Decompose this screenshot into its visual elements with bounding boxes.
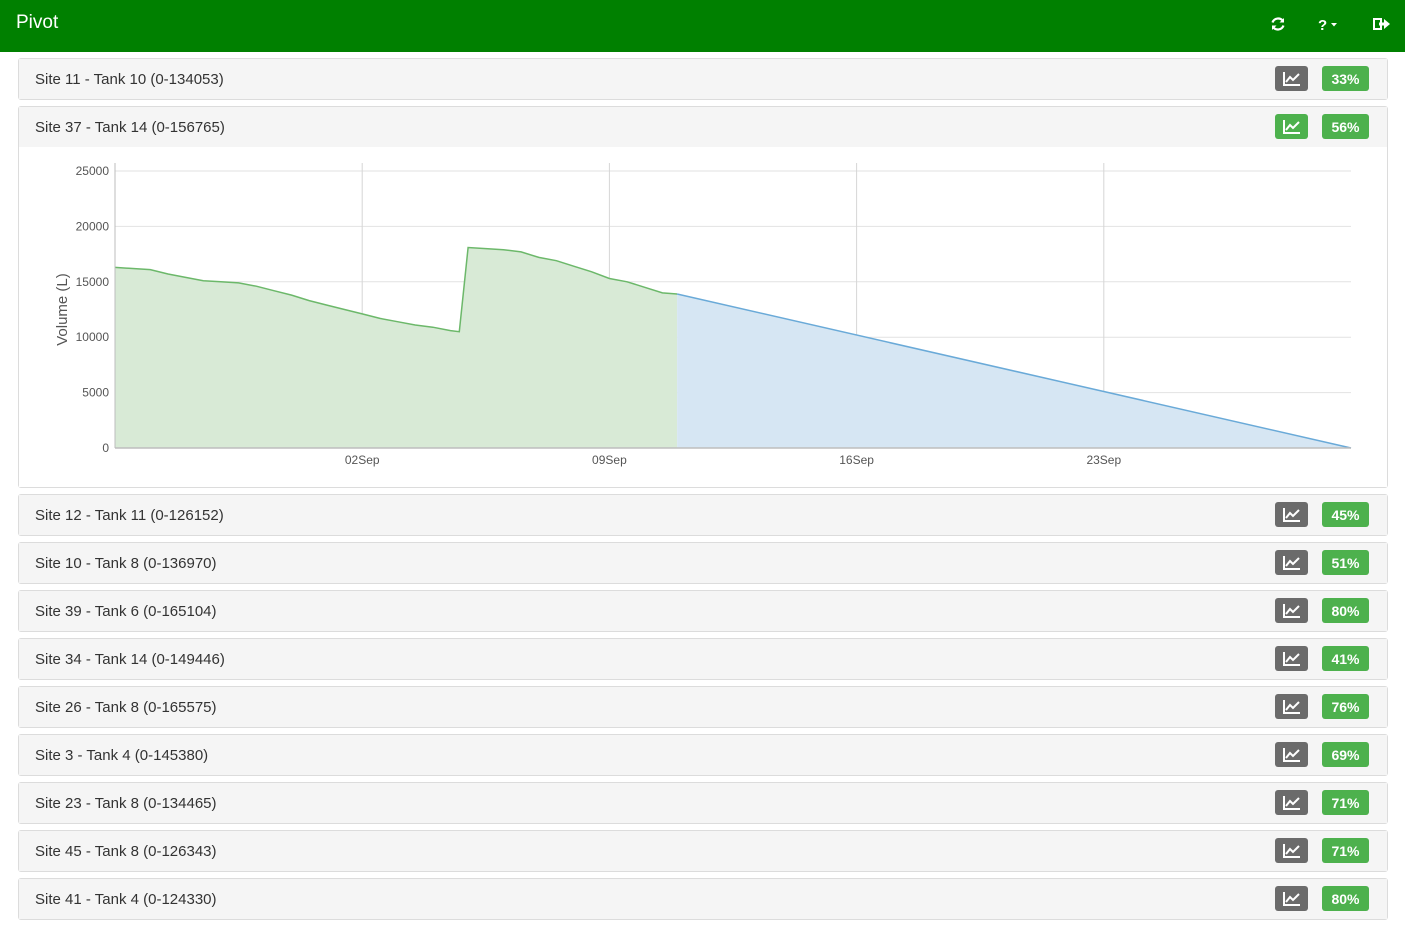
tank-panel: Site 37 - Tank 14 (0-156765) 56% 0 5000 1000… <box>18 106 1388 488</box>
tank-panel: Site 45 - Tank 8 (0-126343) 71% <box>18 830 1388 872</box>
level-badge: 80% <box>1322 886 1369 911</box>
line-chart-icon <box>1282 795 1302 811</box>
svg-text:?: ? <box>1318 17 1327 33</box>
tank-panel: Site 3 - Tank 4 (0-145380) 69% <box>18 734 1388 776</box>
tank-row[interactable]: Site 26 - Tank 8 (0-165575) 76% <box>19 687 1387 727</box>
tank-label[interactable]: Site 3 - Tank 4 (0-145380) <box>35 747 208 764</box>
line-chart-icon <box>1282 843 1302 859</box>
tank-panel: Site 12 - Tank 11 (0-126152) 45% <box>18 494 1388 536</box>
help-menu-button[interactable]: ? <box>1316 14 1344 34</box>
tank-row[interactable]: Site 12 - Tank 11 (0-126152) 45% <box>19 495 1387 535</box>
level-badge: 56% <box>1322 114 1369 139</box>
level-badge: 45% <box>1322 502 1369 527</box>
tank-label[interactable]: Site 39 - Tank 6 (0-165104) <box>35 603 217 620</box>
line-chart-icon <box>1282 71 1302 87</box>
x-tick-label: 16Sep <box>839 453 874 467</box>
level-badge: 80% <box>1322 598 1369 623</box>
line-chart-icon <box>1282 603 1302 619</box>
tank-label[interactable]: Site 34 - Tank 14 (0-149446) <box>35 651 225 668</box>
line-chart-icon <box>1282 699 1302 715</box>
tank-label[interactable]: Site 37 - Tank 14 (0-156765) <box>35 119 225 136</box>
level-badge: 69% <box>1322 742 1369 767</box>
tank-row[interactable]: Site 45 - Tank 8 (0-126343) 71% <box>19 831 1387 871</box>
tank-list: Site 11 - Tank 10 (0-134053) 33% Site 37 -… <box>18 58 1388 926</box>
tank-panel: Site 11 - Tank 10 (0-134053) 33% <box>18 58 1388 100</box>
tank-row[interactable]: Site 23 - Tank 8 (0-134465) 71% <box>19 783 1387 823</box>
level-badge: 41% <box>1322 646 1369 671</box>
level-badge: 76% <box>1322 694 1369 719</box>
level-badge: 33% <box>1322 66 1369 91</box>
tank-panel: Site 39 - Tank 6 (0-165104) 80% <box>18 590 1388 632</box>
x-tick-label: 23Sep <box>1086 453 1121 467</box>
app-title[interactable]: Pivot <box>16 12 58 34</box>
tank-label[interactable]: Site 45 - Tank 8 (0-126343) <box>35 843 217 860</box>
line-chart-icon <box>1282 507 1302 523</box>
tank-label[interactable]: Site 26 - Tank 8 (0-165575) <box>35 699 217 716</box>
tank-label[interactable]: Site 23 - Tank 8 (0-134465) <box>35 795 217 812</box>
level-badge: 71% <box>1322 790 1369 815</box>
top-navbar: Pivot ? <box>0 0 1405 52</box>
y-tick-label: 25000 <box>76 164 110 178</box>
history-area <box>115 247 678 448</box>
question-icon: ? <box>1318 17 1337 33</box>
tank-panel: Site 10 - Tank 8 (0-136970) 51% <box>18 542 1388 584</box>
x-tick-label: 09Sep <box>592 453 627 467</box>
toggle-chart-button[interactable] <box>1275 694 1308 719</box>
caret-down-icon <box>1331 23 1337 27</box>
y-tick-label: 20000 <box>76 219 110 233</box>
tank-row[interactable]: Site 37 - Tank 14 (0-156765) 56% <box>19 107 1387 147</box>
tank-label[interactable]: Site 12 - Tank 11 (0-126152) <box>35 507 224 524</box>
volume-chart-svg: 0 5000 10000 15000 20000 25000 02Sep 09Sep 16Sep… <box>54 163 1352 467</box>
level-badge: 51% <box>1322 550 1369 575</box>
line-chart-icon <box>1282 891 1302 907</box>
toggle-chart-button[interactable] <box>1275 502 1308 527</box>
toggle-chart-button[interactable] <box>1275 598 1308 623</box>
tank-panel: Site 34 - Tank 14 (0-149446) 41% <box>18 638 1388 680</box>
toggle-chart-button[interactable] <box>1275 550 1308 575</box>
toggle-chart-button[interactable] <box>1275 646 1308 671</box>
tank-panel: Site 41 - Tank 4 (0-124330) 80% <box>18 878 1388 920</box>
x-tick-label: 02Sep <box>345 453 380 467</box>
toggle-chart-button[interactable] <box>1275 114 1308 139</box>
tank-row[interactable]: Site 41 - Tank 4 (0-124330) 80% <box>19 879 1387 919</box>
tank-label[interactable]: Site 41 - Tank 4 (0-124330) <box>35 891 217 908</box>
line-chart-icon <box>1282 555 1302 571</box>
y-axis-label: Volume (L) <box>54 273 71 346</box>
toggle-chart-button[interactable] <box>1275 790 1308 815</box>
tank-panel: Site 23 - Tank 8 (0-134465) 71% <box>18 782 1388 824</box>
tank-panel: Site 26 - Tank 8 (0-165575) 76% <box>18 686 1388 728</box>
tank-label[interactable]: Site 11 - Tank 10 (0-134053) <box>35 71 224 88</box>
tank-row[interactable]: Site 3 - Tank 4 (0-145380) 69% <box>19 735 1387 775</box>
level-badge: 71% <box>1322 838 1369 863</box>
tank-label[interactable]: Site 10 - Tank 8 (0-136970) <box>35 555 217 572</box>
toggle-chart-button[interactable] <box>1275 66 1308 91</box>
toggle-chart-button[interactable] <box>1275 886 1308 911</box>
tank-row[interactable]: Site 39 - Tank 6 (0-165104) 80% <box>19 591 1387 631</box>
y-tick-label: 5000 <box>82 386 109 400</box>
sign-out-icon[interactable] <box>1372 14 1392 34</box>
volume-chart: 0 5000 10000 15000 20000 25000 02Sep 09Sep 16Sep… <box>19 147 1387 487</box>
line-chart-icon <box>1282 651 1302 667</box>
tank-row[interactable]: Site 11 - Tank 10 (0-134053) 33% <box>19 59 1387 99</box>
line-chart-icon <box>1282 119 1302 135</box>
y-tick-label: 0 <box>102 441 109 455</box>
tank-row[interactable]: Site 10 - Tank 8 (0-136970) 51% <box>19 543 1387 583</box>
refresh-icon[interactable] <box>1269 14 1287 34</box>
toggle-chart-button[interactable] <box>1275 742 1308 767</box>
tank-row[interactable]: Site 34 - Tank 14 (0-149446) 41% <box>19 639 1387 679</box>
y-tick-label: 10000 <box>76 330 110 344</box>
y-tick-label: 15000 <box>76 275 110 289</box>
line-chart-icon <box>1282 747 1302 763</box>
toggle-chart-button[interactable] <box>1275 838 1308 863</box>
